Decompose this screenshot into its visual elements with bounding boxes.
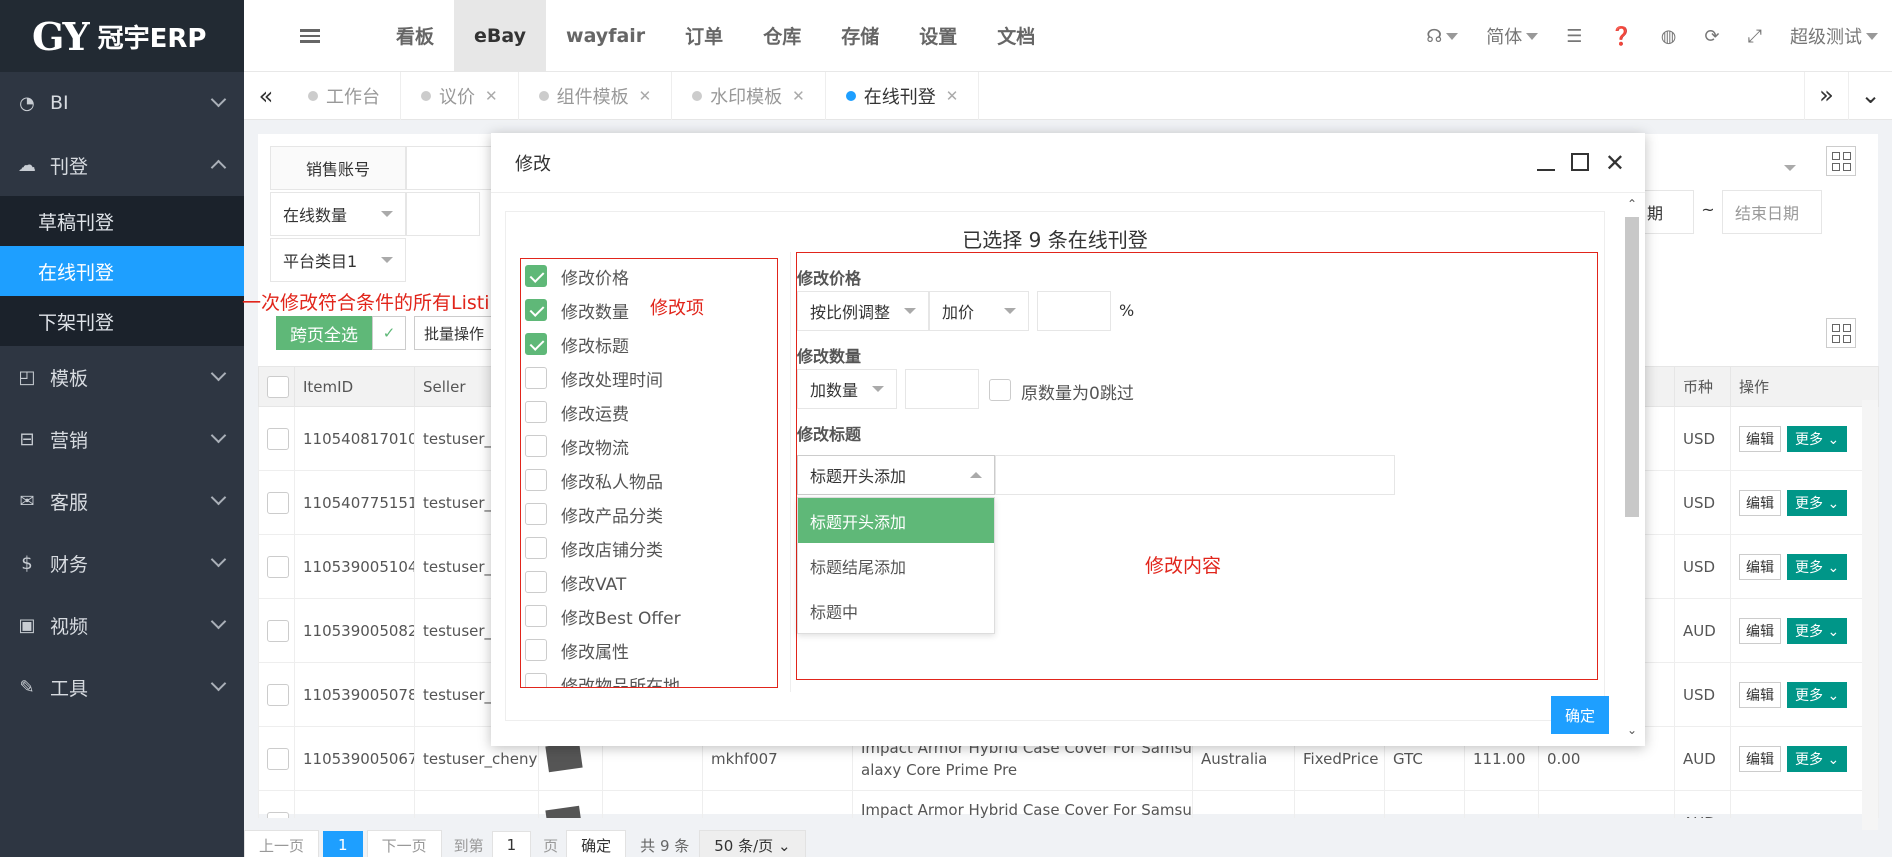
qty-section-label: 修改数量	[797, 347, 862, 366]
option-label: 修改物品所在地	[561, 676, 680, 688]
modify-content-panel: 修改价格 按比例调整 加价 % 修改数量 加数量 原数量为0跳过 修改标题 标题…	[796, 252, 1598, 680]
option-title[interactable]: 修改标题	[521, 327, 777, 361]
option-label: 修改属性	[561, 642, 629, 663]
modal-scrollbar[interactable]: ⌃ ⌄	[1623, 197, 1641, 737]
items-annotation: 修改项	[650, 298, 704, 319]
checkbox[interactable]	[525, 503, 547, 525]
option-private-item[interactable]: 修改私人物品	[521, 463, 777, 497]
option-attributes[interactable]: 修改属性	[521, 633, 777, 667]
minimize-icon[interactable]	[1536, 149, 1555, 177]
modify-options-panel: 修改价格 修改数量 修改标题 修改处理时间 修改运费 修改物流 修改私人物品 修…	[520, 258, 778, 688]
checkbox[interactable]	[525, 673, 547, 687]
option-shipping-fee[interactable]: 修改运费	[521, 395, 777, 429]
dropdown-option-prepend[interactable]: 标题开头添加	[798, 498, 994, 543]
option-label: 修改运费	[561, 404, 629, 425]
option-best-offer[interactable]: 修改Best Offer	[521, 599, 777, 633]
modal-title: 修改	[515, 153, 551, 175]
selected-info: 已选择 9 条在线刊登	[962, 228, 1148, 252]
checkbox[interactable]	[525, 605, 547, 627]
maximize-icon[interactable]	[1570, 149, 1589, 177]
dropdown-option-append[interactable]: 标题结尾添加	[798, 543, 994, 588]
checkbox[interactable]	[525, 435, 547, 457]
divider	[790, 252, 791, 692]
checkbox[interactable]	[525, 333, 547, 355]
option-handling-time[interactable]: 修改处理时间	[521, 361, 777, 395]
option-price[interactable]: 修改价格	[521, 259, 777, 293]
price-op-select[interactable]: 加价	[929, 291, 1029, 331]
price-value-input[interactable]	[1037, 291, 1111, 331]
checkbox[interactable]	[525, 537, 547, 559]
price-mode-select[interactable]: 按比例调整	[797, 291, 929, 331]
option-label: 修改数量	[561, 302, 629, 323]
checkbox[interactable]	[525, 639, 547, 661]
percent-unit: %	[1119, 301, 1135, 320]
title-text-input[interactable]	[995, 455, 1395, 495]
modal-overlay: 修改 ✕ 已选择 9 条在线刊登 修改价格 修改数量 修改标题 修改处理时间 修…	[0, 0, 1892, 857]
modal-controls: ✕	[1521, 133, 1625, 193]
checkbox[interactable]	[525, 469, 547, 491]
dropdown-option-middle[interactable]: 标题中	[798, 588, 994, 633]
modal-header: 修改 ✕	[491, 133, 1645, 193]
title-mode-dropdown: 标题开头添加 标题结尾添加 标题中	[797, 497, 995, 634]
option-label: 修改物流	[561, 438, 629, 459]
scroll-down-icon[interactable]: ⌄	[1623, 723, 1641, 737]
content-annotation: 修改内容	[1145, 555, 1222, 577]
edit-modal: 修改 ✕ 已选择 9 条在线刊登 修改价格 修改数量 修改标题 修改处理时间 修…	[491, 133, 1645, 746]
option-product-category[interactable]: 修改产品分类	[521, 497, 777, 531]
option-label: 修改私人物品	[561, 472, 663, 493]
checkbox[interactable]	[525, 265, 547, 287]
title-mode-select[interactable]: 标题开头添加	[797, 455, 995, 495]
option-label: 修改标题	[561, 336, 629, 357]
price-section-label: 修改价格	[797, 269, 862, 288]
option-label: 修改店铺分类	[561, 540, 663, 561]
option-store-category[interactable]: 修改店铺分类	[521, 531, 777, 565]
option-label: 修改产品分类	[561, 506, 663, 527]
price-mode-label: 按比例调整	[810, 303, 891, 322]
title-section-label: 修改标题	[797, 425, 862, 444]
option-label: 修改Best Offer	[561, 608, 681, 629]
checkbox[interactable]	[525, 367, 547, 389]
scroll-thumb[interactable]	[1625, 217, 1639, 517]
skip-zero-label: 原数量为0跳过	[1021, 384, 1134, 404]
title-mode-label: 标题开头添加	[810, 467, 907, 486]
checkbox[interactable]	[525, 401, 547, 423]
option-vat[interactable]: 修改VAT	[521, 565, 777, 599]
close-icon[interactable]: ✕	[1605, 149, 1625, 177]
option-label: 修改处理时间	[561, 370, 663, 391]
price-op-label: 加价	[942, 303, 975, 322]
qty-value-input[interactable]	[905, 369, 979, 409]
option-item-location[interactable]: 修改物品所在地	[521, 667, 777, 688]
option-logistics[interactable]: 修改物流	[521, 429, 777, 463]
modal-body: 已选择 9 条在线刊登 修改价格 修改数量 修改标题 修改处理时间 修改运费 修…	[505, 211, 1605, 721]
scroll-up-icon[interactable]: ⌃	[1623, 197, 1641, 211]
skip-zero-checkbox[interactable]	[989, 379, 1011, 401]
option-label: 修改价格	[561, 268, 629, 289]
option-quantity[interactable]: 修改数量	[521, 293, 777, 327]
checkbox[interactable]	[525, 571, 547, 593]
checkbox[interactable]	[525, 299, 547, 321]
qty-mode-label: 加数量	[810, 381, 859, 400]
qty-mode-select[interactable]: 加数量	[797, 369, 897, 409]
confirm-button[interactable]: 确定	[1551, 696, 1609, 734]
option-label: 修改VAT	[561, 574, 627, 595]
